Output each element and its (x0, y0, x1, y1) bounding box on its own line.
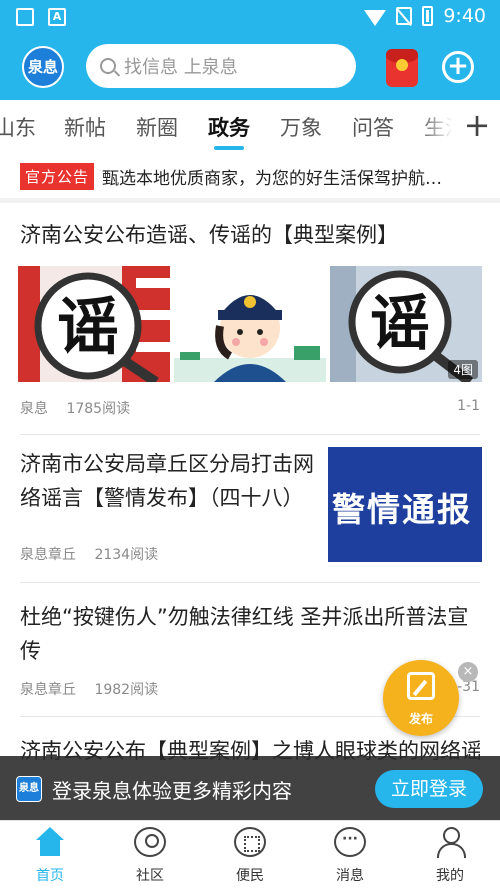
nav-profile[interactable]: 我的 (410, 827, 490, 885)
article-thumbnails[interactable]: 谣 谣 4图 (18, 266, 482, 382)
app-logo[interactable]: 泉息 (22, 46, 64, 88)
image-count-badge: 4图 (448, 360, 478, 379)
close-icon[interactable]: × (458, 662, 478, 682)
thumb-rumor-glyph-1: 谣 (57, 290, 119, 363)
publish-button[interactable]: 发布 (383, 660, 459, 736)
thumb-rumor-glyph-2: 谣 (370, 289, 430, 359)
article-title[interactable]: 杜绝“按键伤人”勿触法律红线 圣井派出所普法宣传 (20, 600, 480, 668)
tab-qa[interactable]: 问答 (352, 112, 394, 142)
article-source: 泉息 (20, 401, 48, 417)
app-logo-small: 泉息 (16, 776, 42, 802)
active-tab-indicator (214, 146, 244, 150)
article-thumbnail[interactable]: 警情通报 (328, 447, 482, 562)
tab-wanxiang[interactable]: 万象 (280, 112, 322, 142)
status-bar: A 9:40 (0, 0, 500, 34)
article-reads: 2134阅读 (94, 547, 159, 563)
no-sim-icon (396, 7, 413, 25)
category-tabs: 山东 新帖 新圈 政务 万象 问答 生活 + (0, 100, 500, 152)
battery-charging-icon (422, 6, 434, 26)
login-prompt: 登录泉息体验更多精彩内容 (52, 779, 292, 803)
announcement-tag: 官方公告 (20, 162, 95, 190)
image-icon (16, 8, 34, 26)
tab-new-posts[interactable]: 新帖 (64, 112, 106, 142)
article-meta: 泉息章丘 1982阅读 (20, 679, 158, 699)
services-icon (234, 827, 266, 857)
nav-home[interactable]: 首页 (10, 827, 90, 885)
profile-icon (434, 827, 466, 858)
search-bar[interactable]: 找信息 上泉息 (86, 44, 356, 88)
search-placeholder: 找信息 上泉息 (124, 57, 238, 78)
tab-shandong[interactable]: 山东 (0, 112, 36, 142)
community-icon (134, 827, 166, 857)
thumbnail-text: 警情通报 (332, 490, 472, 529)
add-tab-icon[interactable]: + (462, 106, 492, 146)
article-meta: 泉息 1785阅读 (20, 398, 130, 418)
red-packet-icon[interactable] (386, 49, 418, 87)
announcement-text: 甄选本地优质商家，为您的好生活保驾护航… (102, 168, 443, 189)
home-icon (34, 827, 66, 857)
article-source: 泉息章丘 (20, 547, 76, 563)
nav-label: 社区 (136, 868, 164, 884)
article-title[interactable]: 济南市公安局章丘区分局打击网络谣言【警情发布】（四十八） (20, 447, 316, 515)
message-icon (334, 827, 366, 857)
nav-label: 便民 (236, 868, 264, 884)
nav-messages[interactable]: 消息 (310, 827, 390, 885)
edit-icon (407, 672, 435, 700)
article-reads: 1982阅读 (94, 682, 159, 698)
login-button[interactable]: 立即登录 (375, 770, 483, 808)
app-header: 泉息 找信息 上泉息 + (0, 34, 500, 100)
nav-label: 消息 (336, 868, 364, 884)
article-title[interactable]: 济南公安公布造谣、传谣的【典型案例】 (20, 218, 398, 252)
clock: 9:40 (443, 5, 486, 27)
publish-label: 发布 (408, 712, 433, 726)
bottom-navigation: 首页 社区 便民 消息 我的 (0, 820, 500, 888)
tab-government[interactable]: 政务 (208, 112, 250, 142)
announcement-bar[interactable]: 官方公告 甄选本地优质商家，为您的好生活保驾护航… (0, 156, 500, 196)
nav-community[interactable]: 社区 (110, 827, 190, 885)
section-divider (0, 198, 500, 203)
nav-label: 我的 (436, 868, 464, 884)
search-icon (100, 58, 116, 74)
nav-label: 首页 (36, 868, 64, 884)
list-divider (20, 582, 480, 583)
thumbnail-rumor-2: 谣 4图 (330, 266, 482, 382)
article-reads: 1785阅读 (66, 401, 131, 417)
article-meta: 泉息章丘 2134阅读 (20, 544, 158, 564)
tab-new-circles[interactable]: 新圈 (136, 112, 178, 142)
tab-fade (418, 100, 462, 152)
thumbnail-rumor-1: 谣 (18, 266, 170, 382)
add-icon[interactable]: + (442, 51, 474, 83)
list-divider (20, 434, 480, 435)
a-icon: A (48, 8, 66, 26)
login-banner: 泉息 登录泉息体验更多精彩内容 立即登录 (0, 756, 500, 820)
article-source: 泉息章丘 (20, 682, 76, 698)
nav-services[interactable]: 便民 (210, 827, 290, 885)
thumbnail-police-cartoon (174, 266, 326, 382)
article-date: 1-1 (457, 398, 480, 414)
wifi-icon (364, 9, 387, 26)
